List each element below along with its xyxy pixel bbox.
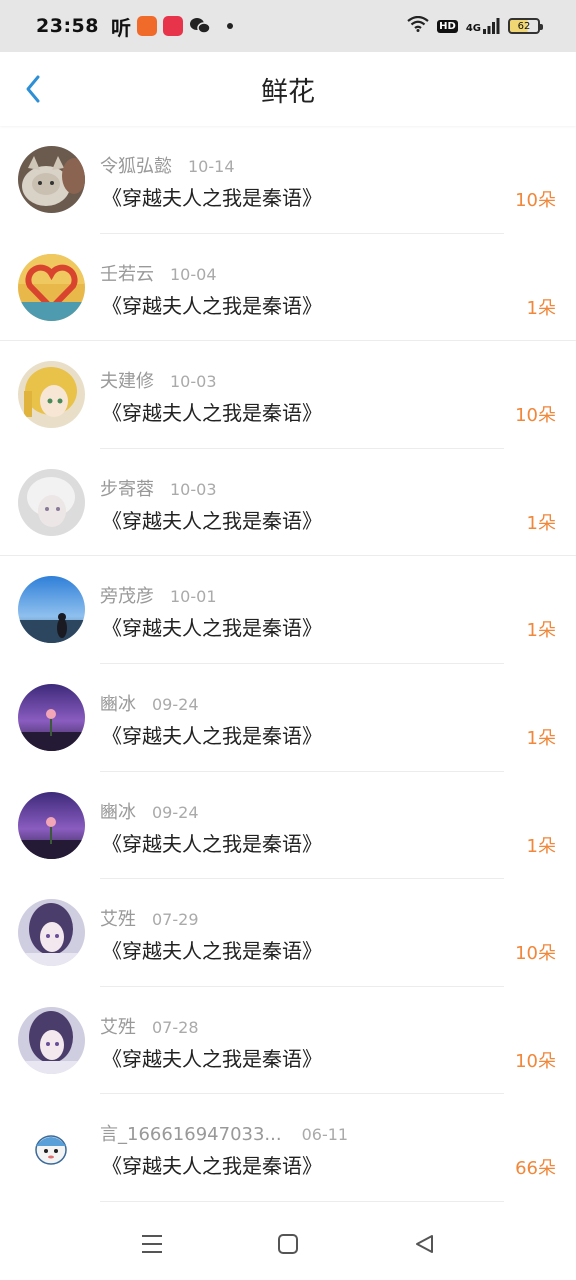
back-button[interactable]	[18, 74, 48, 104]
sender-name-text: 壬若云	[100, 263, 154, 285]
sender-name: 步寄蓉 10-03	[100, 475, 217, 501]
avatar	[18, 253, 85, 321]
sender-name: 言_166616947033... 06-11	[100, 1120, 348, 1146]
sender-name: 夫建修 10-03	[100, 367, 217, 393]
sender-name-text: 夫建修	[100, 371, 154, 393]
flower-count: 1朵	[526, 727, 556, 749]
back-triangle-icon	[416, 1235, 433, 1253]
home-button[interactable]	[275, 1231, 301, 1257]
status-notification-icons: 听	[111, 12, 233, 41]
hd-icon: HD	[437, 19, 458, 33]
send-date: 06-11	[301, 1125, 349, 1145]
flower-count: 1朵	[526, 297, 556, 319]
avatar	[18, 576, 85, 644]
flower-count: 1朵	[526, 512, 556, 534]
sender-name: 艾殅 07-28	[100, 1013, 199, 1039]
book-title: 《穿越夫人之我是秦语》	[102, 1046, 322, 1071]
menu-icon	[142, 1235, 162, 1253]
flower-count: 10朵	[515, 943, 556, 965]
home-icon	[278, 1234, 298, 1254]
list-item[interactable]: 步寄蓉 10-03 《穿越夫人之我是秦语》 1朵	[0, 449, 576, 557]
send-date: 10-14	[188, 157, 235, 176]
send-date: 10-01	[170, 587, 217, 607]
sender-name-text: 旁茂彦	[100, 586, 154, 608]
flower-count: 10朵	[515, 190, 556, 211]
sender-name-text: 豳冰	[100, 801, 136, 823]
page-header: 鲜花	[0, 52, 576, 126]
send-date: 10-03	[170, 479, 217, 499]
avatar	[18, 683, 85, 751]
list-item[interactable]: 艾殅 07-28 《穿越夫人之我是秦语》 10朵	[0, 987, 576, 1095]
battery-icon: 62	[508, 18, 543, 34]
network-type: 4G	[465, 23, 481, 34]
wechat-icon	[189, 17, 211, 35]
book-title: 《穿越夫人之我是秦语》	[102, 401, 322, 426]
list-item[interactable]: 令狐弘懿 10-14 《穿越夫人之我是秦语》 10朵	[0, 126, 576, 234]
app-notification-icon-2	[162, 16, 183, 36]
avatar	[18, 361, 85, 429]
sender-name-text: 步寄蓉	[100, 478, 154, 500]
flower-list: 令狐弘懿 10-14 《穿越夫人之我是秦语》 10朵 壬若云 10-04 《穿越夫人…	[0, 126, 576, 1202]
avatar	[18, 1114, 85, 1182]
sender-name: 壬若云 10-04	[100, 260, 217, 286]
avatar	[18, 791, 85, 859]
book-title: 《穿越夫人之我是秦语》	[102, 186, 322, 210]
system-back-button[interactable]	[411, 1231, 437, 1257]
status-time: 23:58	[36, 15, 99, 37]
sender-name: 豳冰 09-24	[100, 690, 199, 716]
flower-count: 66朵	[515, 1158, 556, 1180]
wifi-icon	[407, 15, 429, 36]
list-item[interactable]: 旁茂彦 10-01 《穿越夫人之我是秦语》 1朵	[0, 556, 576, 664]
sender-name: 豳冰 09-24	[100, 798, 199, 824]
list-item[interactable]: 言_166616947033... 06-11 《穿越夫人之我是秦语》 66朵	[0, 1094, 576, 1202]
book-title: 《穿越夫人之我是秦语》	[102, 1154, 322, 1179]
flower-count: 1朵	[526, 620, 556, 642]
book-title: 《穿越夫人之我是秦语》	[102, 831, 322, 856]
sender-name-text: 艾殅	[100, 909, 136, 931]
chevron-left-icon	[26, 75, 40, 103]
book-title: 《穿越夫人之我是秦语》	[102, 293, 322, 318]
list-item[interactable]: 夫建修 10-03 《穿越夫人之我是秦语》 10朵	[0, 341, 576, 449]
list-item[interactable]: 豳冰 09-24 《穿越夫人之我是秦语》 1朵	[0, 664, 576, 772]
ting-app-icon: 听	[110, 15, 131, 40]
system-navigation-bar	[0, 1208, 576, 1280]
sender-name-text: 艾殅	[100, 1016, 136, 1038]
avatar	[18, 146, 85, 213]
book-title: 《穿越夫人之我是秦语》	[102, 939, 322, 964]
status-bar: 23:58 听 HD 4G 62	[0, 0, 576, 52]
avatar	[18, 1006, 85, 1074]
more-notifications-dot	[226, 23, 233, 29]
list-item[interactable]: 艾殅 07-29 《穿越夫人之我是秦语》 10朵	[0, 879, 576, 987]
app-notification-icon	[136, 16, 157, 36]
sender-name-text: 豳冰	[100, 693, 136, 715]
book-title: 《穿越夫人之我是秦语》	[102, 508, 322, 533]
sender-name-text: 言_166616947033...	[100, 1124, 282, 1146]
sender-name: 令狐弘懿 10-14	[100, 152, 235, 178]
avatar	[18, 899, 85, 967]
flower-count: 10朵	[515, 1050, 556, 1072]
flower-count: 1朵	[526, 835, 556, 857]
send-date: 10-03	[170, 372, 217, 392]
book-title: 《穿越夫人之我是秦语》	[102, 723, 322, 748]
book-title: 《穿越夫人之我是秦语》	[102, 616, 322, 641]
signal-icon: 4G	[466, 18, 500, 34]
page-title: 鲜花	[261, 76, 315, 108]
sender-name: 艾殅 07-29	[100, 905, 199, 931]
recent-apps-button[interactable]	[139, 1231, 165, 1257]
sender-name-text: 令狐弘懿	[100, 156, 172, 177]
send-date: 09-24	[152, 694, 199, 714]
avatar	[18, 468, 85, 536]
flower-count: 10朵	[515, 405, 556, 427]
send-date: 09-24	[152, 802, 199, 822]
list-item[interactable]: 壬若云 10-04 《穿越夫人之我是秦语》 1朵	[0, 234, 576, 342]
send-date: 10-04	[170, 264, 217, 284]
sender-name: 旁茂彦 10-01	[100, 582, 217, 608]
list-item[interactable]: 豳冰 09-24 《穿越夫人之我是秦语》 1朵	[0, 772, 576, 880]
battery-level: 62	[517, 20, 531, 32]
send-date: 07-29	[152, 910, 199, 930]
send-date: 07-28	[152, 1017, 199, 1037]
status-system-icons: HD 4G 62	[407, 15, 543, 36]
